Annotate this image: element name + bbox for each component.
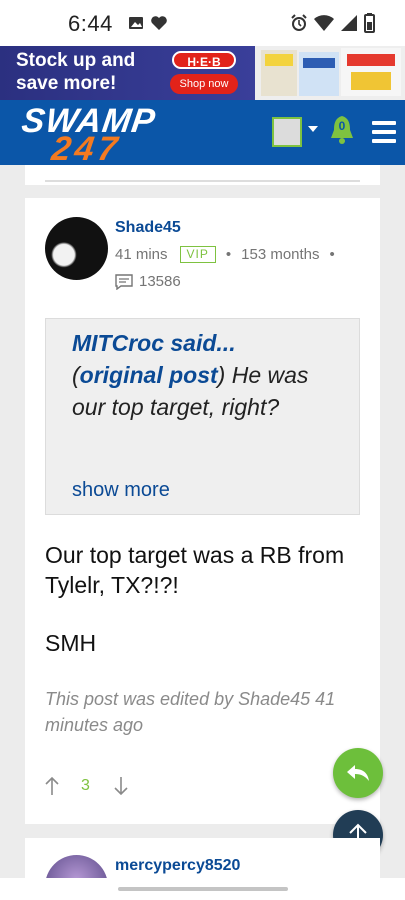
original-post-link[interactable]: original post — [80, 362, 218, 388]
divider — [45, 180, 360, 182]
post-count-value: 13586 — [139, 273, 181, 290]
show-more-link[interactable]: show more — [72, 479, 170, 502]
quote-author: MITCroc said... — [72, 330, 236, 356]
upvote-arrow-icon[interactable] — [45, 776, 59, 796]
reply-icon — [347, 765, 369, 781]
post-body: Our top target was a RB from Tylelr, TX?… — [45, 540, 360, 686]
downvote-arrow-icon[interactable] — [114, 776, 128, 796]
ad-banner[interactable]: Stock up and save more! H·E·B Shop now — [0, 46, 405, 100]
status-bar: 6:44 — [0, 0, 405, 48]
site-header: SWAMP 247 0 — [0, 100, 405, 168]
image-icon — [129, 17, 143, 29]
wifi-icon — [314, 15, 334, 31]
gesture-handle[interactable] — [118, 887, 288, 891]
status-time: 6:44 — [68, 11, 113, 36]
reply-button[interactable] — [333, 748, 383, 798]
vote-row: 3 — [45, 774, 128, 798]
quote-box: MITCroc said... (original post) He was o… — [45, 318, 360, 515]
post-time: 41 mins — [115, 246, 168, 263]
vip-badge: VIP — [179, 246, 216, 263]
ad-shop-now-button[interactable]: Shop now — [170, 74, 238, 94]
comment-icon — [115, 273, 133, 290]
notification-count: 0 — [338, 119, 346, 133]
heb-logo: H·E·B — [172, 51, 236, 69]
ad-product-image — [255, 46, 405, 100]
post-username[interactable]: Shade45 — [115, 219, 181, 237]
hamburger-menu-icon[interactable] — [372, 121, 396, 143]
chevron-down-icon[interactable] — [308, 126, 318, 132]
membership-length: 153 months — [241, 246, 320, 263]
quote-text: MITCroc said... (original post) He was o… — [72, 330, 309, 420]
post-body-line: Our top target was a RB from Tylelr, TX?… — [45, 542, 345, 598]
edited-note: This post was edited by Shade45 41 minut… — [45, 689, 336, 735]
post-meta: 41 mins VIP • 153 months • — [115, 246, 335, 263]
previous-post-card — [25, 165, 380, 185]
signal-icon — [341, 15, 357, 31]
post-body-line: SMH — [45, 630, 97, 656]
site-logo-247[interactable]: 247 — [49, 130, 123, 169]
ad-headline: Stock up and save more! — [16, 50, 136, 94]
heart-icon — [151, 16, 167, 30]
battery-icon — [364, 13, 375, 33]
alarm-icon — [291, 14, 307, 31]
vote-count: 3 — [81, 777, 90, 794]
avatar[interactable] — [45, 217, 108, 280]
post-count: 13586 — [115, 273, 181, 290]
post-username[interactable]: mercypercy8520 — [115, 857, 240, 875]
user-avatar-button[interactable] — [272, 117, 302, 147]
